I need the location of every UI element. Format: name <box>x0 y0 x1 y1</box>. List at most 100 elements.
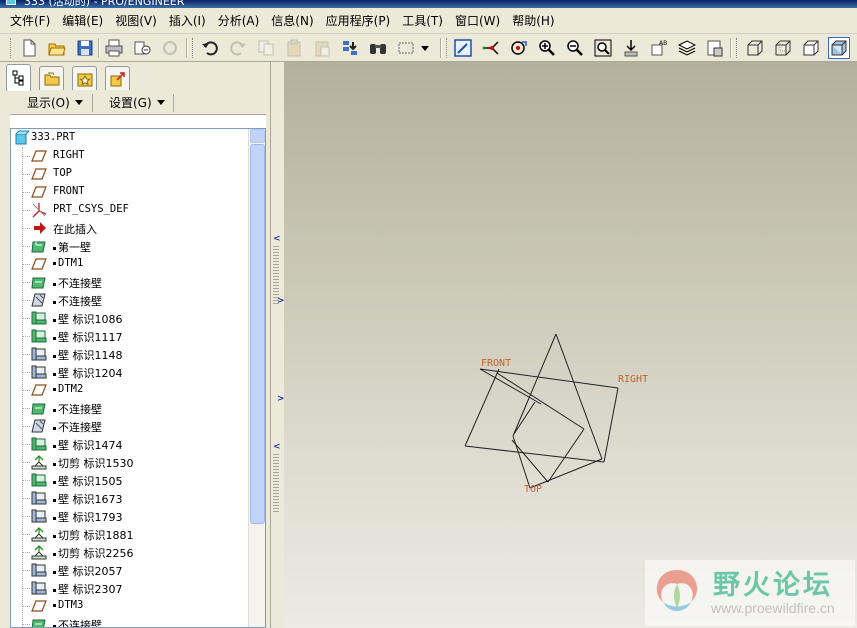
hidden-line-icon[interactable] <box>772 37 794 59</box>
folder-browser-tab[interactable] <box>39 66 64 90</box>
menu-view[interactable]: 视图(V) <box>109 9 163 32</box>
toolbar-grip[interactable] <box>192 38 195 58</box>
tree-item[interactable]: 壁 标识2307 <box>11 579 247 597</box>
paste-icon[interactable] <box>283 37 305 59</box>
tree-item[interactable]: 壁 标识1148 <box>11 345 247 363</box>
datum-plane-edge[interactable] <box>603 387 619 463</box>
tree-item[interactable]: 不连接壁 <box>11 615 247 627</box>
datum-plane-edge[interactable] <box>512 333 557 437</box>
copy-icon[interactable] <box>255 37 277 59</box>
tree-item[interactable]: 第一壁 <box>11 237 247 255</box>
tree-item[interactable]: 在此插入 <box>11 219 247 237</box>
new-icon[interactable] <box>18 37 40 59</box>
front-datum-label[interactable]: FRONT <box>481 358 511 369</box>
tree-item[interactable]: 壁 标识1474 <box>11 435 247 453</box>
panel-splitter[interactable]: < > > < <box>270 62 285 628</box>
tree-item[interactable]: 切剪 标识1881 <box>11 525 247 543</box>
undo-icon[interactable] <box>199 37 221 59</box>
no-hidden-icon[interactable] <box>800 37 822 59</box>
model-canvas[interactable]: FRONT RIGHT TOP <box>284 62 857 628</box>
tree-item[interactable]: RIGHT <box>11 147 247 165</box>
menu-analysis[interactable]: 分析(A) <box>212 9 266 32</box>
redo-icon[interactable] <box>227 37 249 59</box>
spin-center-icon[interactable] <box>480 37 502 59</box>
layers-icon[interactable] <box>676 37 698 59</box>
tree-item[interactable]: TOP <box>11 165 247 183</box>
tree-item[interactable]: DTM2 <box>11 381 247 399</box>
open-icon[interactable] <box>46 37 68 59</box>
view-manager-icon[interactable] <box>620 37 642 59</box>
menu-window[interactable]: 窗口(W) <box>449 9 506 32</box>
tree-item[interactable]: 不连接壁 <box>11 417 247 435</box>
tree-root-item[interactable]: 333.PRT <box>11 129 247 147</box>
disabled-icon[interactable] <box>159 37 181 59</box>
graphics-window[interactable]: FRONT RIGHT TOP <box>284 62 857 628</box>
datum-plane-edge[interactable] <box>479 368 542 405</box>
send-mail-icon[interactable] <box>131 37 153 59</box>
right-datum-label[interactable]: RIGHT <box>618 374 648 385</box>
tree-scrollbar[interactable] <box>248 129 265 627</box>
toolbar-grip[interactable] <box>10 38 13 58</box>
show-menu-button[interactable]: 显示(O) <box>20 92 100 113</box>
tree-item[interactable]: 壁 标识2057 <box>11 561 247 579</box>
datum-plane-edge[interactable] <box>464 445 605 463</box>
tree-item[interactable]: PRT_CSYS_DEF <box>11 201 247 219</box>
shading-icon[interactable] <box>828 37 850 59</box>
collapse-arrow-icon[interactable]: < <box>273 442 281 452</box>
tree-item[interactable]: 壁 标识1793 <box>11 507 247 525</box>
datum-plane-edge[interactable] <box>479 368 619 389</box>
settings-menu-button[interactable]: 设置(G) <box>102 92 182 113</box>
menu-info[interactable]: 信息(N) <box>265 9 319 32</box>
datum-plane-edge[interactable] <box>555 333 603 460</box>
select-filter-dropdown[interactable] <box>418 37 432 59</box>
tree-item[interactable]: 壁 标识1505 <box>11 471 247 489</box>
tree-item[interactable]: DTM3 <box>11 597 247 615</box>
print-icon[interactable] <box>103 37 125 59</box>
saved-views-icon[interactable]: AB <box>648 37 670 59</box>
tree-item[interactable]: 壁 标识1117 <box>11 327 247 345</box>
orient-icon[interactable] <box>508 37 530 59</box>
datum-plane-edge[interactable] <box>464 368 500 447</box>
menu-edit[interactable]: 编辑(E) <box>56 9 109 32</box>
zoom-in-icon[interactable] <box>536 37 558 59</box>
toolbar-grip[interactable] <box>736 38 739 58</box>
scroll-thumb[interactable] <box>250 144 265 524</box>
datum-plane-edge[interactable] <box>513 401 536 435</box>
tree-item[interactable]: FRONT <box>11 183 247 201</box>
model-tree-tab[interactable] <box>6 64 31 91</box>
scroll-up-button[interactable] <box>250 129 265 143</box>
insert-here-icon <box>31 220 47 236</box>
menu-insert[interactable]: 插入(I) <box>163 9 212 32</box>
toolbar-grip[interactable] <box>446 38 449 58</box>
tree-item[interactable]: 切剪 标识1530 <box>11 453 247 471</box>
save-icon[interactable] <box>74 37 96 59</box>
menu-help[interactable]: 帮助(H) <box>506 9 560 32</box>
tree-item[interactable]: 壁 标识1086 <box>11 309 247 327</box>
tree-item[interactable]: 不连接壁 <box>11 273 247 291</box>
paste-special-icon[interactable] <box>311 37 333 59</box>
tree-item[interactable]: 切剪 标识2256 <box>11 543 247 561</box>
tree-item[interactable]: 壁 标识1204 <box>11 363 247 381</box>
regenerate-icon[interactable] <box>339 37 361 59</box>
tree-item[interactable]: 不连接壁 <box>11 399 247 417</box>
tree-item[interactable]: 壁 标识1673 <box>11 489 247 507</box>
connections-tab[interactable] <box>105 66 130 90</box>
splitter-grip[interactable] <box>273 454 279 512</box>
tree-item[interactable]: DTM1 <box>11 255 247 273</box>
refit-icon[interactable] <box>592 37 614 59</box>
menu-applications[interactable]: 应用程序(P) <box>320 9 397 32</box>
find-icon[interactable] <box>367 37 389 59</box>
datum-plane-edge[interactable] <box>511 439 549 483</box>
wireframe-icon[interactable] <box>744 37 766 59</box>
zoom-out-icon[interactable] <box>564 37 586 59</box>
favorites-tab[interactable] <box>72 66 97 90</box>
menu-tools[interactable]: 工具(T) <box>396 9 449 32</box>
model-display-icon[interactable] <box>704 37 726 59</box>
collapse-arrow-icon[interactable]: < <box>273 234 281 244</box>
repaint-icon[interactable] <box>452 37 474 59</box>
select-box-icon[interactable] <box>395 37 417 59</box>
datum-plane-edge[interactable] <box>547 428 585 483</box>
tree-item[interactable]: 不连接壁 <box>11 291 247 309</box>
menu-file[interactable]: 文件(F) <box>4 9 56 32</box>
top-datum-label[interactable]: TOP <box>524 484 542 495</box>
